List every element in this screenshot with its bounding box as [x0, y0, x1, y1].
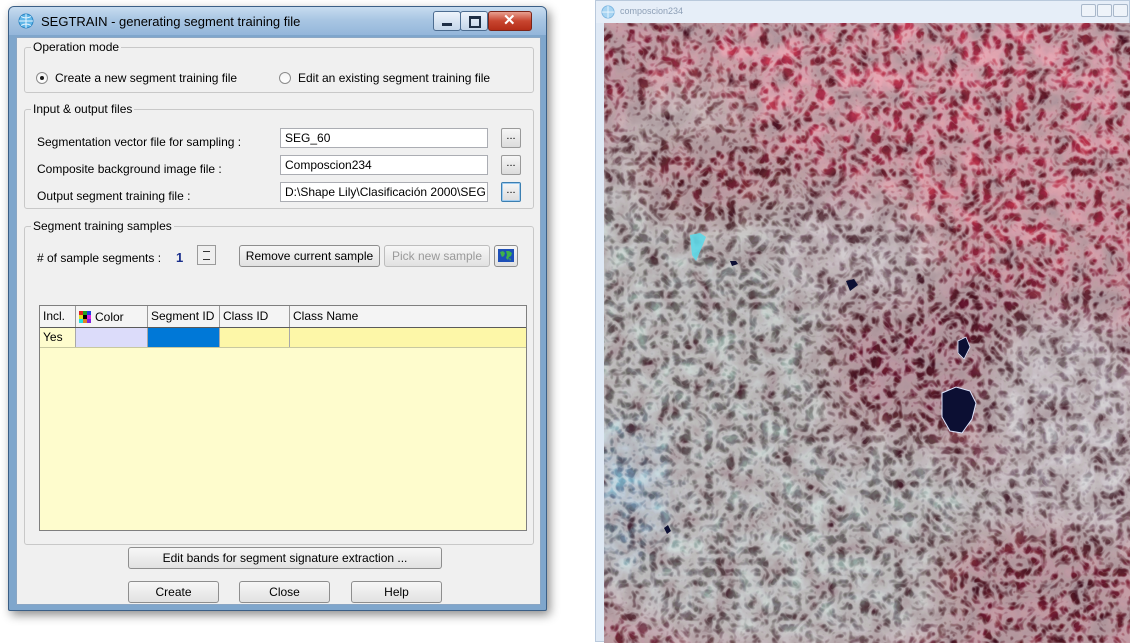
maximize-button[interactable]: [460, 11, 488, 31]
col-color-label: Color: [95, 309, 124, 324]
viewer-titlebar[interactable]: composcion234: [596, 1, 1129, 23]
sample-count-spinner[interactable]: [197, 245, 216, 265]
col-segment-id[interactable]: Segment ID: [148, 306, 220, 327]
operation-mode-group: Operation mode: [24, 40, 534, 93]
spinner-down-icon[interactable]: [203, 259, 210, 260]
create-button[interactable]: Create: [128, 581, 219, 603]
map-view-button[interactable]: [494, 245, 518, 267]
minimize-icon: [442, 23, 452, 26]
viewer-globe-icon: [601, 5, 615, 19]
seg-file-label: Segmentation vector file for sampling :: [37, 135, 242, 149]
cell-segment-id[interactable]: [148, 328, 220, 347]
viewer-title: composcion234: [620, 6, 684, 16]
seg-browse-button[interactable]: ...: [501, 128, 521, 148]
edit-bands-button[interactable]: Edit bands for segment signature extract…: [128, 547, 442, 569]
dialog-title: SEGTRAIN - generating segment training f…: [41, 14, 301, 29]
sample-count-value: 1: [176, 250, 184, 265]
operation-mode-legend: Operation mode: [33, 40, 120, 54]
world-map-icon: [498, 249, 514, 262]
col-incl[interactable]: Incl.: [40, 306, 76, 327]
files-legend: Input & output files: [33, 102, 133, 116]
close-window-button[interactable]: ✕: [488, 11, 532, 31]
table-header: Incl. Color Segment ID Class ID Class Na…: [40, 306, 526, 329]
bg-image-label: Composite background image file :: [37, 162, 222, 176]
samples-table: Incl. Color Segment ID Class ID Class Na…: [39, 305, 527, 531]
col-class-id[interactable]: Class ID: [220, 306, 290, 327]
close-icon: ✕: [503, 12, 516, 29]
help-button[interactable]: Help: [351, 581, 442, 603]
close-button[interactable]: Close: [239, 581, 330, 603]
remove-sample-button[interactable]: Remove current sample: [239, 245, 380, 267]
dialog-client-area: Operation mode Create a new segment trai…: [16, 37, 541, 605]
viewer-close-button[interactable]: [1113, 4, 1128, 17]
sample-count-label: # of sample segments :: [37, 251, 162, 265]
radio-edit-indicator[interactable]: [279, 72, 291, 84]
segtrain-dialog: SEGTRAIN - generating segment training f…: [8, 6, 547, 611]
app-globe-icon: [18, 13, 34, 29]
bg-image-input[interactable]: Composcion234: [280, 155, 488, 175]
cell-class-name[interactable]: [290, 328, 526, 347]
seg-file-input[interactable]: SEG_60: [280, 128, 488, 148]
cell-incl[interactable]: Yes: [40, 328, 76, 347]
viewer-minimize-button[interactable]: [1081, 4, 1096, 17]
maximize-icon: [469, 16, 481, 28]
radio-edit-existing[interactable]: Edit an existing segment training file: [279, 71, 490, 85]
output-file-input[interactable]: D:\Shape Lily\Clasificación 2000\SEG: [280, 182, 488, 202]
viewer-maximize-button[interactable]: [1097, 4, 1112, 17]
samples-legend: Segment training samples: [33, 219, 172, 233]
cell-color[interactable]: [76, 328, 148, 347]
radio-create-new[interactable]: Create a new segment training file: [36, 71, 237, 85]
table-row[interactable]: Yes: [40, 328, 526, 348]
col-class-name[interactable]: Class Name: [290, 306, 526, 327]
segmented-image-canvas: [604, 23, 1130, 643]
dialog-titlebar[interactable]: SEGTRAIN - generating segment training f…: [9, 7, 546, 35]
spinner-up-icon[interactable]: [203, 251, 210, 252]
pick-sample-button[interactable]: Pick new sample: [384, 245, 490, 267]
color-palette-icon: [79, 310, 91, 323]
bg-browse-button[interactable]: ...: [501, 155, 521, 175]
col-color[interactable]: Color: [76, 306, 148, 327]
output-file-label: Output segment training file :: [37, 189, 191, 203]
minimize-button[interactable]: [433, 11, 461, 31]
image-viewer-window: composcion234: [595, 0, 1130, 643]
cell-class-id[interactable]: [220, 328, 290, 347]
satellite-composite-image[interactable]: [604, 23, 1130, 643]
radio-create-indicator[interactable]: [36, 72, 48, 84]
radio-edit-label: Edit an existing segment training file: [298, 71, 491, 85]
radio-create-label: Create a new segment training file: [55, 71, 238, 85]
output-browse-button[interactable]: ...: [501, 182, 521, 202]
